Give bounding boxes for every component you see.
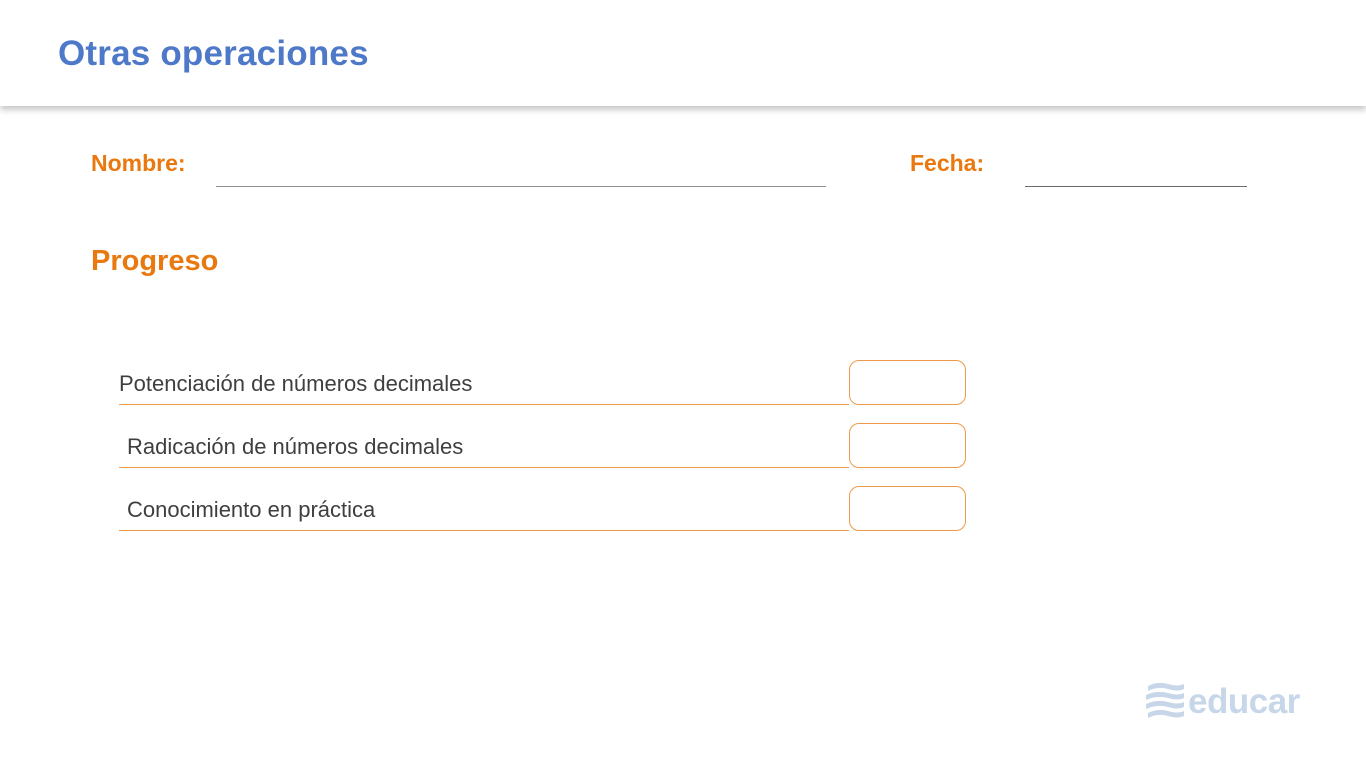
progress-item-label: Radicación de números decimales <box>127 434 464 459</box>
educar-logo-icon <box>1144 680 1186 725</box>
progress-score-box <box>849 423 966 468</box>
progress-row: Conocimiento en práctica <box>119 483 969 531</box>
progress-score-box <box>849 486 966 531</box>
progress-row-line <box>119 467 849 468</box>
date-label: Fecha: <box>910 150 985 176</box>
page-title: Otras operaciones <box>58 34 369 73</box>
header-bar: Otras operaciones <box>0 0 1366 106</box>
date-line <box>1025 186 1247 187</box>
progress-row-line <box>119 530 849 531</box>
name-label: Nombre: <box>91 150 186 176</box>
name-line <box>216 186 826 187</box>
worksheet-page: Otras operaciones Nombre: Fecha: Progres… <box>0 0 1366 768</box>
progress-title: Progreso <box>91 245 219 277</box>
progress-score-box <box>849 360 966 405</box>
educar-logo: educar <box>1144 680 1300 724</box>
progress-row: Radicación de números decimales <box>119 420 969 468</box>
progress-item-label: Potenciación de números decimales <box>119 371 473 396</box>
progress-row-line <box>119 404 849 405</box>
progress-row: Potenciación de números decimales <box>119 357 969 405</box>
progress-item-label: Conocimiento en práctica <box>127 497 376 522</box>
educar-logo-text: educar <box>1188 682 1300 721</box>
